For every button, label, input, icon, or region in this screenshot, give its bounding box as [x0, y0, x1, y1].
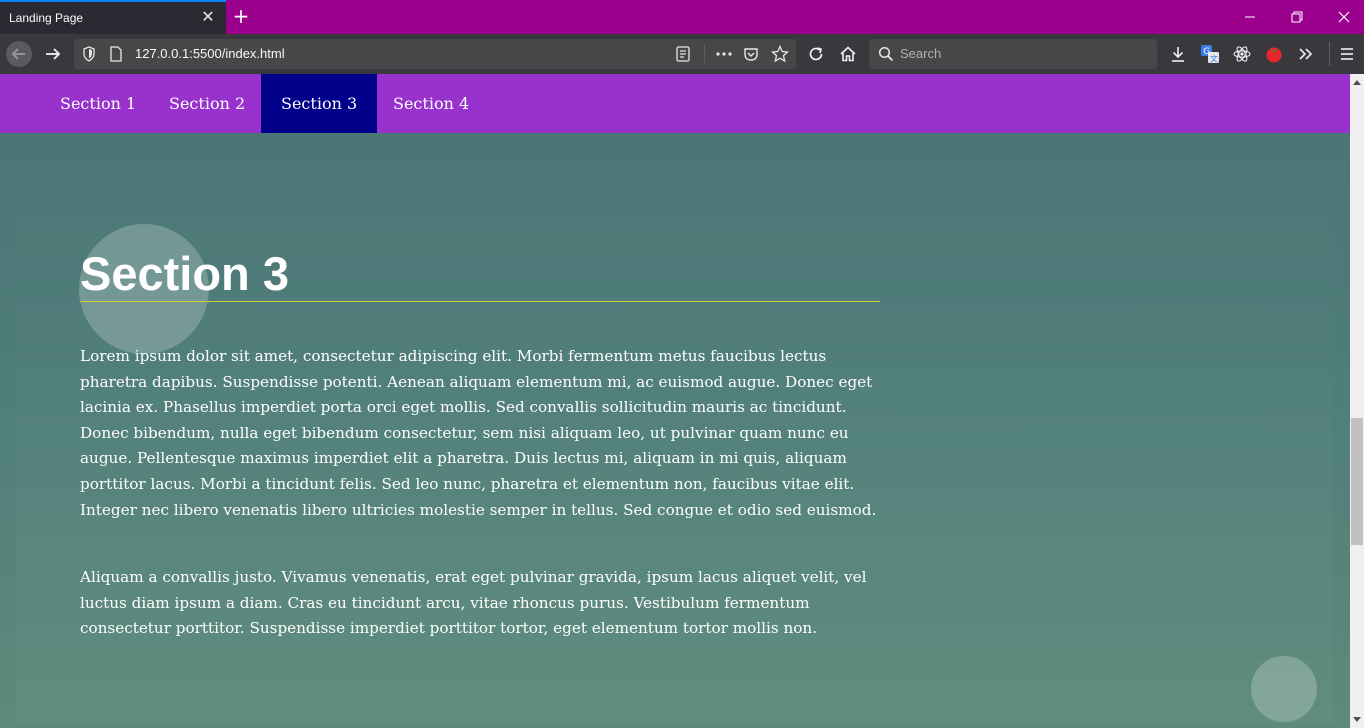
back-arrow-icon[interactable]: [6, 41, 32, 67]
forward-arrow-icon[interactable]: [40, 41, 66, 67]
react-devtools-icon[interactable]: [1232, 44, 1252, 64]
bookmark-star-icon[interactable]: [771, 45, 789, 63]
overflow-chevrons-icon[interactable]: [1297, 45, 1315, 63]
translate-icon[interactable]: G 文: [1200, 44, 1220, 64]
tomato-timer-icon[interactable]: [1264, 44, 1284, 64]
page-scrollbar[interactable]: [1350, 74, 1364, 728]
close-icon[interactable]: [1334, 8, 1354, 26]
nav-link-section-2[interactable]: Section 2: [149, 74, 265, 133]
section-title: Section 3: [80, 247, 289, 300]
browser-titlebar: Landing Page ✕ +: [0, 0, 1364, 34]
minimize-icon[interactable]: [1241, 8, 1261, 26]
search-bar[interactable]: Search: [869, 39, 1157, 69]
shield-icon[interactable]: [82, 46, 96, 62]
scroll-up-arrow-icon[interactable]: [1350, 74, 1364, 92]
section-3: Section 3 Lorem ipsum dolor sit amet, co…: [16, 133, 1333, 723]
tab-title: Landing Page: [9, 11, 84, 25]
restore-icon[interactable]: [1287, 8, 1307, 26]
tab-landing-page[interactable]: Landing Page ✕: [0, 0, 226, 34]
title-underline: [80, 301, 880, 302]
page-navbar: Section 1 Section 2 Section 3 Section 4: [0, 74, 1350, 133]
tab-close-icon[interactable]: ✕: [199, 8, 217, 26]
new-tab-button[interactable]: +: [231, 5, 251, 27]
nav-link-section-4[interactable]: Section 4: [373, 74, 489, 133]
svg-text:文: 文: [1210, 54, 1218, 64]
hamburger-menu-icon[interactable]: [1339, 45, 1355, 63]
page-icon[interactable]: [109, 46, 123, 62]
page-viewport: Section 1 Section 2 Section 3 Section 4 …: [0, 74, 1350, 728]
home-icon[interactable]: [839, 45, 857, 63]
download-icon[interactable]: [1169, 45, 1187, 63]
search-placeholder[interactable]: Search: [900, 46, 941, 61]
browser-toolbar: 127.0.0.1:5500/index.html Search G 文: [0, 34, 1364, 74]
search-icon: [878, 46, 894, 62]
more-dots-icon[interactable]: [715, 46, 733, 62]
scroll-down-arrow-icon[interactable]: [1350, 710, 1364, 728]
reader-view-icon[interactable]: [675, 46, 691, 62]
decorative-circle: [1251, 656, 1317, 722]
section-paragraph: Lorem ipsum dolor sit amet, consectetur …: [80, 347, 877, 519]
url-text[interactable]: 127.0.0.1:5500/index.html: [135, 46, 285, 61]
section-paragraph: Aliquam a convallis justo. Vivamus venen…: [80, 568, 867, 638]
toolbar-divider: [1329, 42, 1330, 66]
reload-icon[interactable]: [807, 45, 825, 63]
nav-link-section-1[interactable]: Section 1: [40, 74, 156, 133]
address-bar[interactable]: 127.0.0.1:5500/index.html: [74, 39, 796, 69]
pocket-icon[interactable]: [743, 46, 759, 62]
url-divider: [704, 45, 705, 63]
nav-link-section-3[interactable]: Section 3: [261, 74, 378, 133]
scrollbar-thumb[interactable]: [1351, 418, 1363, 545]
